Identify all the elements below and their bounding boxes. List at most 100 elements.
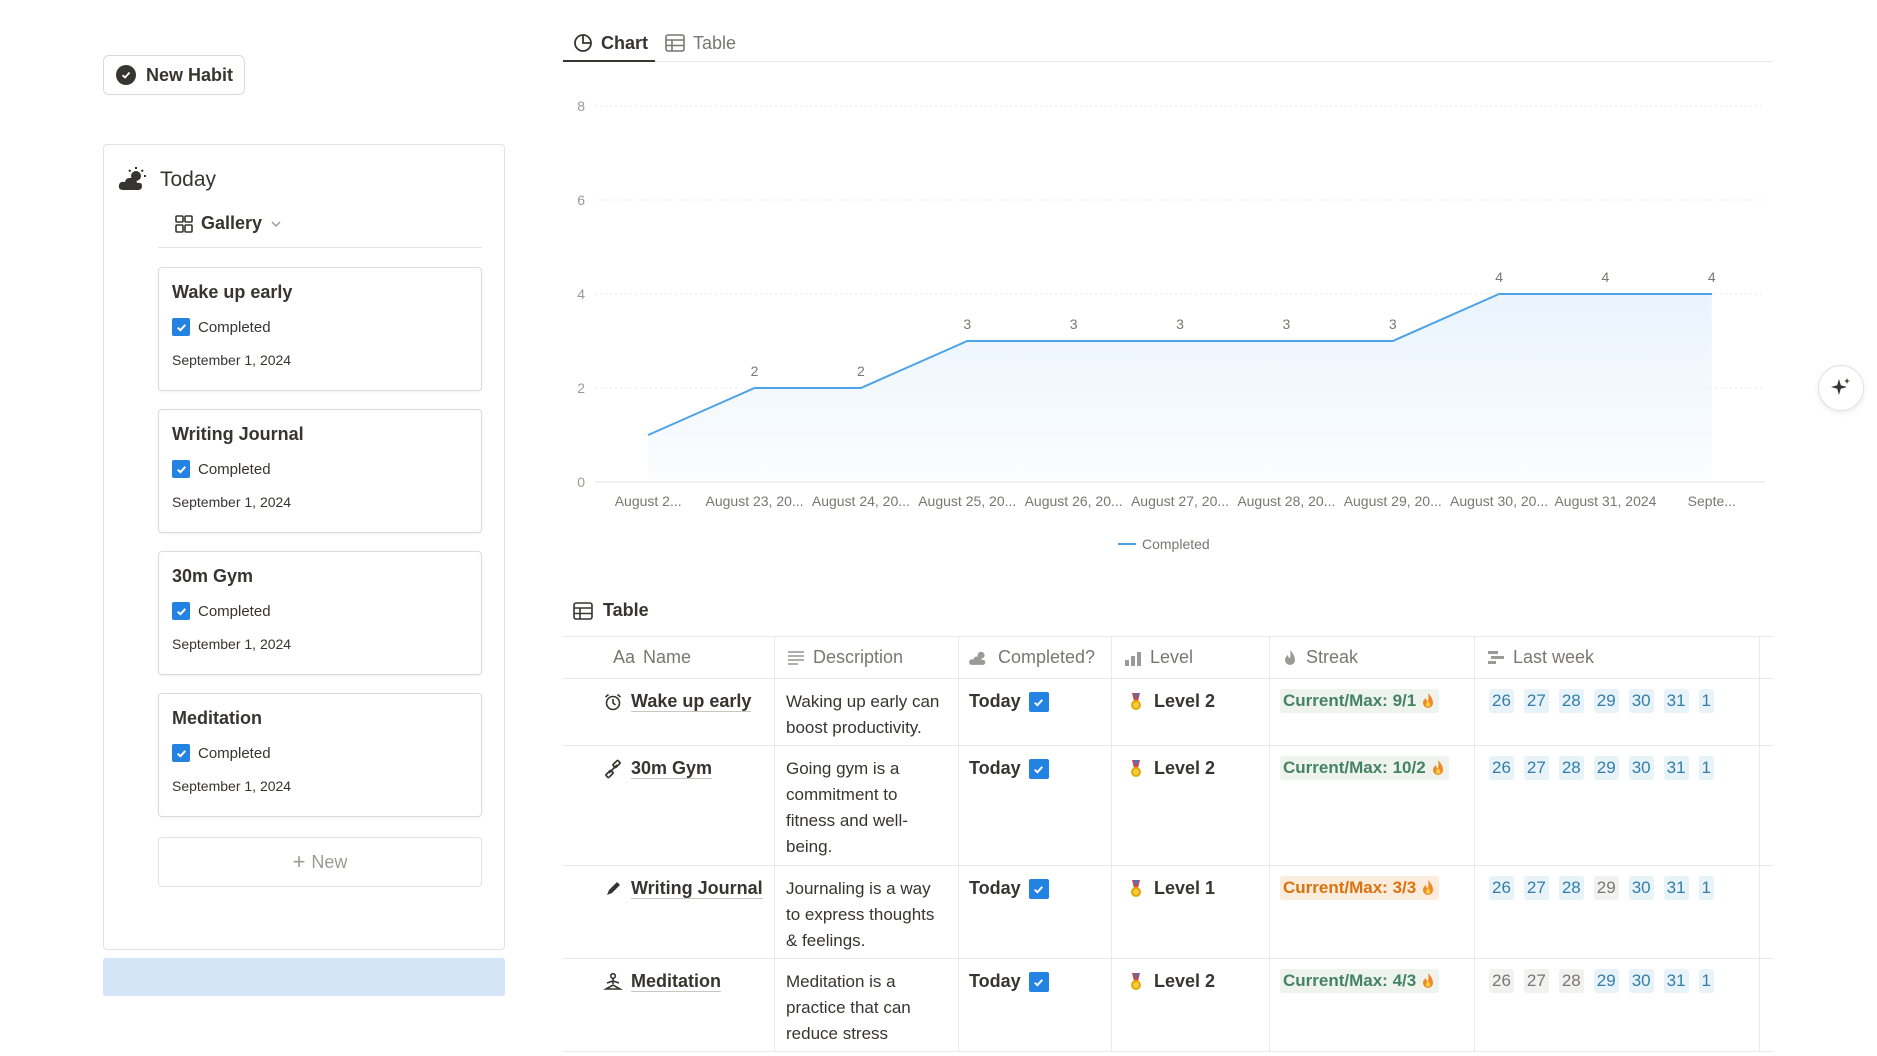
habit-name-link[interactable]: 30m Gym	[631, 758, 713, 779]
divider	[158, 247, 482, 248]
last-week-cell[interactable]: 26 27 28 29 30 31 1	[1475, 679, 1760, 745]
dumbbell-icon	[603, 759, 623, 779]
new-habit-button[interactable]: New Habit	[103, 55, 245, 95]
description-cell[interactable]: Journaling is a way to express thoughts …	[775, 866, 959, 958]
streak-cell[interactable]: Current/Max: 9/1	[1270, 679, 1475, 745]
completed-cell[interactable]: Today	[959, 679, 1112, 745]
table-icon	[665, 34, 685, 52]
new-card-button[interactable]: + New	[158, 837, 482, 887]
day-chip: 1	[1698, 969, 1714, 993]
day-chip: 31	[1663, 756, 1689, 780]
header-level-label: Level	[1150, 647, 1194, 667]
medal-icon	[1131, 760, 1141, 777]
table-row[interactable]: Meditation Meditation is a practice that …	[563, 959, 1773, 1052]
level-cell[interactable]: Level 2	[1112, 959, 1270, 1051]
data-label: 3	[1282, 316, 1290, 332]
header-description-label: Description	[813, 647, 904, 667]
gallery-view-tab[interactable]: Gallery	[175, 213, 282, 234]
x-tick-label: August 27, 20...	[1131, 493, 1229, 509]
checkbox-checked-icon	[172, 460, 190, 478]
streak-cell[interactable]: Current/Max: 10/2	[1270, 746, 1475, 865]
name-cell[interactable]: Meditation	[563, 959, 775, 1051]
completed-cell[interactable]: Today	[959, 746, 1112, 865]
header-completed[interactable]: Completed?	[959, 637, 1112, 678]
completed-checkbox[interactable]: Completed	[172, 602, 271, 620]
name-cell[interactable]: 30m Gym	[563, 746, 775, 865]
level-text: Level 2	[1154, 691, 1216, 711]
table-row[interactable]: Writing Journal Journaling is a way to ex…	[563, 866, 1773, 959]
gallery-card[interactable]: 30m Gym Completed September 1, 2024	[158, 551, 482, 675]
checkbox-label: Completed	[198, 460, 271, 478]
last-week-cell[interactable]: 26 27 28 29 30 31 1	[1475, 746, 1760, 865]
ai-assistant-button[interactable]	[1818, 365, 1864, 411]
completed-checkbox[interactable]: Completed	[172, 460, 271, 478]
gallery-card[interactable]: Wake up early Completed September 1, 202…	[158, 267, 482, 391]
habit-name-link[interactable]: Wake up early	[631, 691, 752, 712]
table-row[interactable]: 30m Gym Going gym is a commitment to fitn…	[563, 746, 1773, 866]
description-text: Going gym is a commitment to fitness and…	[786, 759, 908, 856]
x-tick-label: August 2...	[615, 493, 682, 509]
streak-cell[interactable]: Current/Max: 4/3	[1270, 959, 1475, 1051]
tab-chart[interactable]: Chart	[573, 28, 648, 58]
day-chip: 30	[1628, 876, 1654, 900]
x-tick-label: Septe...	[1688, 493, 1736, 509]
checkbox-label: Completed	[198, 318, 271, 336]
load-more-bar[interactable]	[103, 958, 505, 996]
gallery-label: Gallery	[201, 213, 263, 233]
day-chip: 31	[1663, 876, 1689, 900]
text-property-icon: Aa	[613, 647, 636, 667]
x-tick-label: August 29, 20...	[1344, 493, 1442, 509]
completed-text: Today	[969, 878, 1021, 898]
gallery-card[interactable]: Meditation Completed September 1, 2024	[158, 693, 482, 817]
level-cell[interactable]: Level 1	[1112, 866, 1270, 958]
name-cell[interactable]: Writing Journal	[563, 866, 775, 958]
header-name[interactable]: Aa Name	[563, 637, 775, 678]
completed-text: Today	[969, 971, 1021, 991]
level-cell[interactable]: Level 2	[1112, 746, 1270, 865]
table-icon	[573, 601, 593, 620]
habit-name-link[interactable]: Meditation	[631, 971, 721, 992]
last-week-cell[interactable]: 26 27 28 29 30 31 1	[1475, 866, 1760, 958]
sparkle-icon	[1831, 378, 1850, 395]
completed-checkbox[interactable]: Completed	[172, 318, 271, 336]
gallery-card[interactable]: Writing Journal Completed September 1, 2…	[158, 409, 482, 533]
completed-checkbox[interactable]: Completed	[172, 744, 271, 762]
last-week-cell[interactable]: 26 27 28 29 30 31 1	[1475, 959, 1760, 1051]
description-cell[interactable]: Meditation is a practice that can reduce…	[775, 959, 959, 1051]
description-cell[interactable]: Going gym is a commitment to fitness and…	[775, 746, 959, 865]
y-tick-label: 8	[577, 98, 585, 114]
medal-icon	[1131, 693, 1141, 710]
header-streak[interactable]: Streak	[1270, 637, 1475, 678]
header-description[interactable]: Description	[775, 637, 959, 678]
today-title: Today	[160, 168, 217, 191]
level-cell[interactable]: Level 2	[1112, 679, 1270, 745]
table-row[interactable]: Wake up early Waking up early can boost p…	[563, 679, 1773, 746]
name-cell[interactable]: Wake up early	[563, 679, 775, 745]
table-title-label: Table	[603, 600, 649, 620]
day-chip: 29	[1593, 756, 1619, 780]
tab-table-label: Table	[693, 32, 737, 53]
habit-name-link[interactable]: Writing Journal	[631, 878, 763, 899]
streak-cell[interactable]: Current/Max: 3/3	[1270, 866, 1475, 958]
streak-text: Current/Max: 3/3	[1283, 878, 1417, 897]
data-label: 3	[1176, 316, 1184, 332]
data-label: 4	[1602, 269, 1610, 285]
header-completed-label: Completed?	[998, 647, 1096, 667]
fire-icon	[1423, 973, 1434, 988]
medal-icon	[1131, 880, 1141, 897]
tab-table[interactable]: Table	[665, 28, 736, 58]
meditation-icon	[602, 972, 624, 992]
today-panel: Today Gallery Wake up early Completed Se…	[103, 144, 505, 950]
plus-icon: +	[292, 849, 306, 874]
completed-cell[interactable]: Today	[959, 866, 1112, 958]
completed-cell[interactable]: Today	[959, 959, 1112, 1051]
card-title: Wake up early	[172, 282, 293, 302]
day-chip: 31	[1663, 969, 1689, 993]
checkbox-checked-icon	[1028, 879, 1049, 899]
header-level[interactable]: Level	[1112, 637, 1270, 678]
description-cell[interactable]: Waking up early can boost productivity.	[775, 679, 959, 745]
today-header: Today	[118, 167, 216, 193]
streak-badge: Current/Max: 10/2	[1280, 756, 1449, 780]
day-chip: 30	[1628, 756, 1654, 780]
header-last-week[interactable]: Last week	[1475, 637, 1760, 678]
